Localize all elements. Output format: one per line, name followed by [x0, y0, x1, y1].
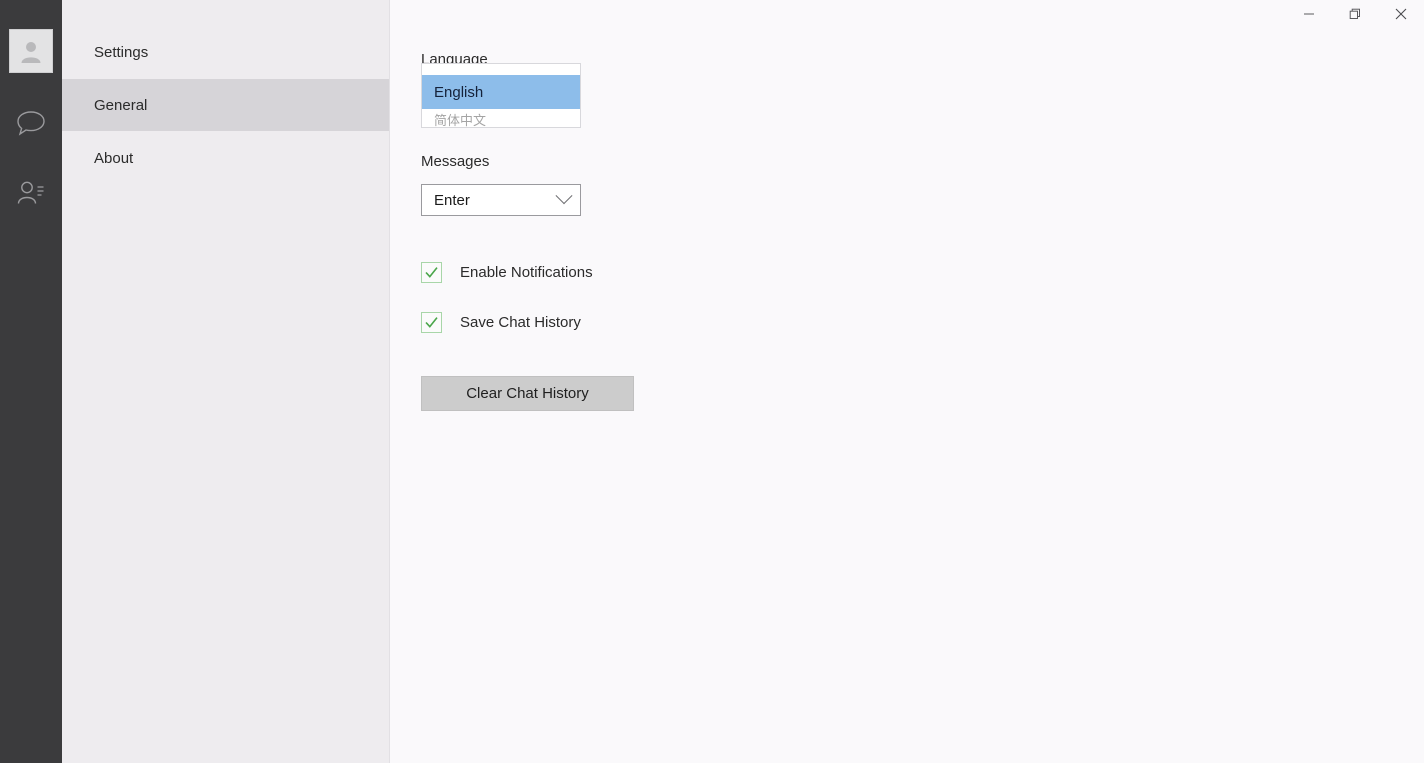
avatar [9, 29, 53, 73]
minimize-button[interactable] [1286, 0, 1332, 28]
language-option-english[interactable]: English [422, 75, 580, 109]
minimize-icon [1304, 13, 1314, 15]
close-button[interactable] [1378, 0, 1424, 28]
window-controls [1286, 0, 1424, 28]
close-icon [1395, 8, 1407, 20]
messages-select-value: Enter [434, 191, 470, 209]
rail-item-chats[interactable] [0, 92, 62, 154]
checkmark-icon [425, 267, 438, 278]
restore-button[interactable] [1332, 0, 1378, 28]
settings-window: Settings General About Language English … [0, 0, 1424, 763]
chevron-down-icon [555, 187, 573, 205]
language-option-chinese[interactable]: 简体中文 [422, 109, 580, 128]
checkmark-icon [425, 317, 438, 328]
enable-notifications-checkbox[interactable] [421, 262, 442, 283]
messages-select[interactable]: Enter [421, 184, 581, 216]
save-chat-history-row[interactable]: Save Chat History [421, 312, 581, 333]
rail-item-profile[interactable] [0, 20, 62, 82]
language-dropdown-popup[interactable]: English 简体中文 [421, 63, 581, 128]
rail-item-contacts[interactable] [0, 162, 62, 224]
settings-nav-panel: Settings General About [62, 0, 390, 763]
nav-item-about[interactable]: About [62, 132, 389, 184]
nav-item-label: General [94, 96, 148, 114]
restore-icon [1349, 8, 1361, 20]
save-chat-history-label: Save Chat History [460, 314, 581, 331]
clear-chat-history-button[interactable]: Clear Chat History [421, 376, 634, 411]
settings-content: Language English 简体中文 Messages Enter Ena… [390, 0, 1424, 763]
nav-item-general[interactable]: General [62, 79, 389, 131]
nav-item-settings[interactable]: Settings [62, 26, 389, 78]
chat-bubble-icon [17, 111, 45, 136]
user-avatar-icon [21, 42, 41, 63]
clear-chat-history-label: Clear Chat History [466, 385, 589, 402]
enable-notifications-label: Enable Notifications [460, 264, 593, 281]
contacts-icon [17, 181, 44, 204]
enable-notifications-row[interactable]: Enable Notifications [421, 262, 593, 283]
messages-label: Messages [421, 153, 490, 170]
save-chat-history-checkbox[interactable] [421, 312, 442, 333]
nav-item-label: About [94, 149, 134, 167]
icon-rail [0, 0, 62, 763]
nav-item-label: Settings [94, 43, 149, 61]
